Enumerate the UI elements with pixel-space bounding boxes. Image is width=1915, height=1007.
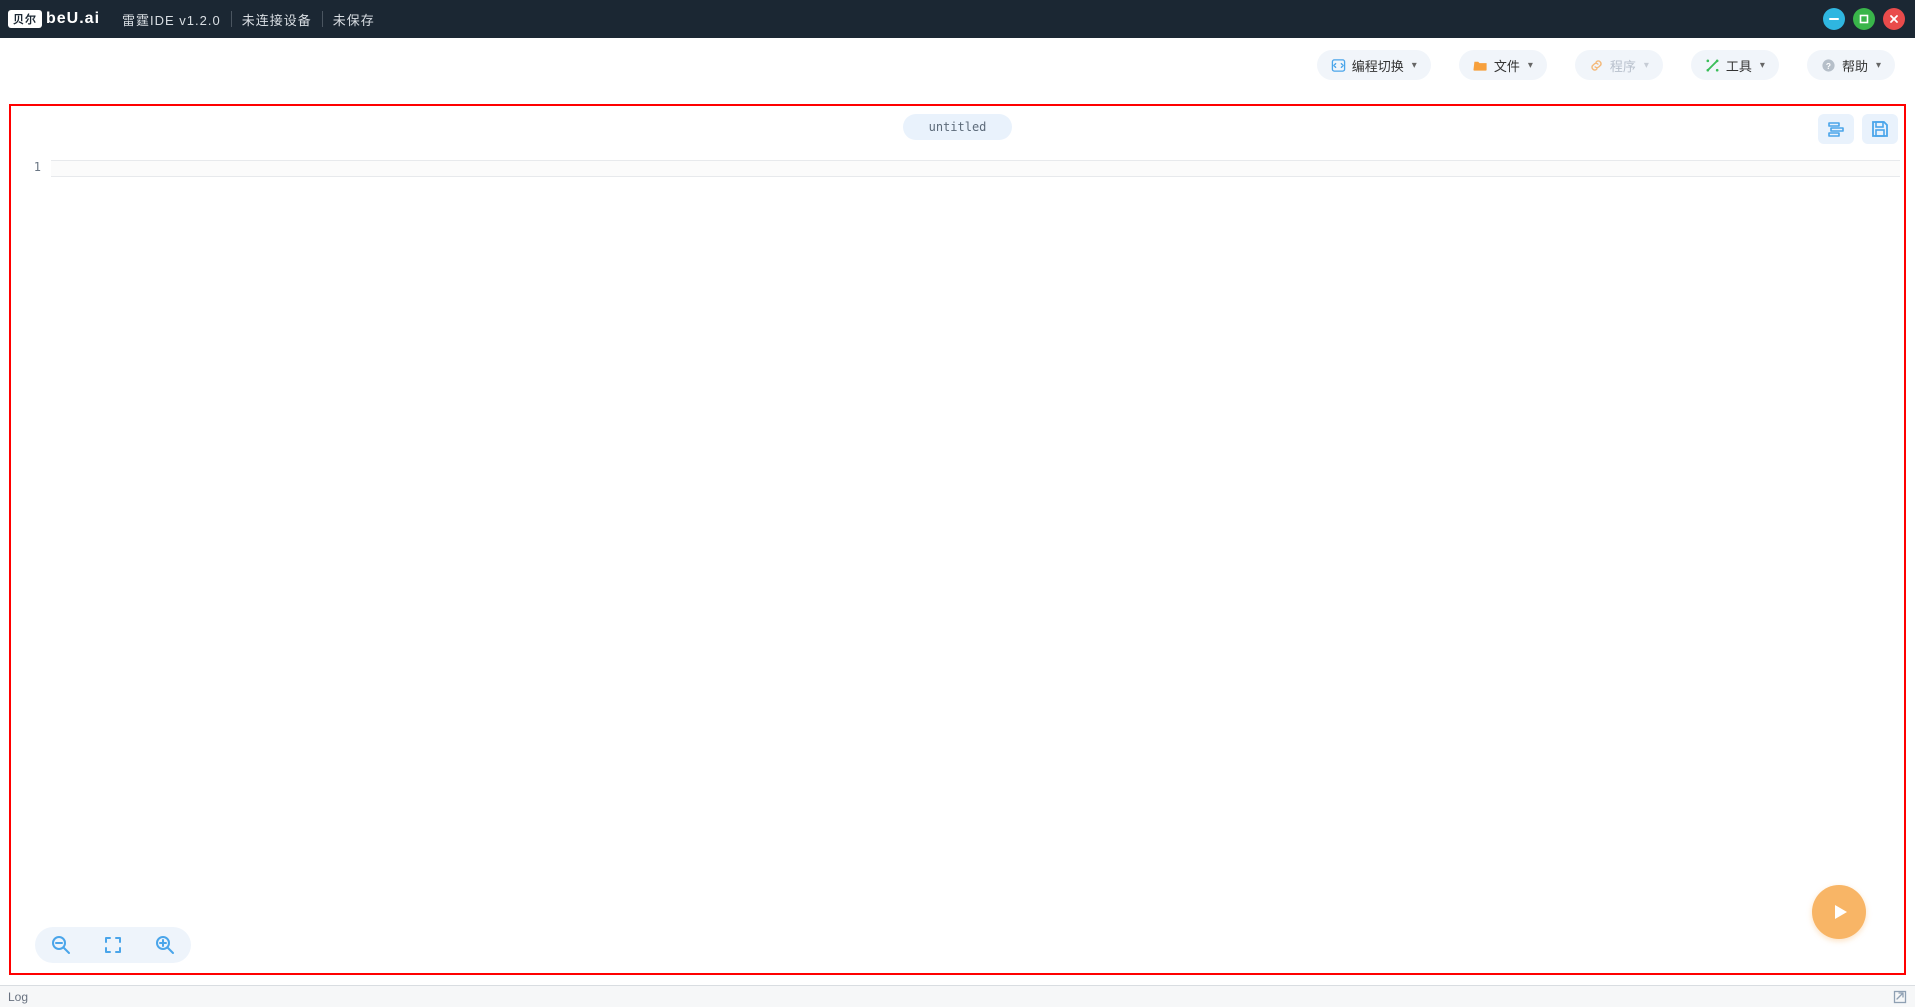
save-button[interactable]	[1862, 114, 1898, 144]
log-label: Log	[8, 990, 28, 1004]
play-icon	[1827, 900, 1851, 924]
help-icon: ?	[1821, 58, 1836, 73]
zoom-in-button[interactable]	[151, 931, 179, 959]
run-button[interactable]	[1812, 885, 1866, 939]
maximize-icon	[1858, 13, 1870, 25]
window-close-button[interactable]	[1883, 8, 1905, 30]
tab-untitled[interactable]: untitled	[903, 114, 1013, 140]
chevron-down-icon: ▾	[1412, 60, 1417, 71]
editor-line: 1	[15, 160, 1900, 177]
chevron-down-icon: ▾	[1644, 60, 1649, 71]
line-content[interactable]	[51, 160, 1900, 177]
log-panel-header[interactable]: Log	[0, 985, 1915, 1007]
app-title: 雷霆IDE v1.2.0	[112, 10, 231, 29]
help-menu[interactable]: ? 帮助 ▾	[1807, 50, 1895, 80]
help-label: 帮助	[1842, 56, 1868, 75]
zoom-controls	[35, 927, 191, 963]
tools-icon	[1705, 58, 1720, 73]
save-status: 未保存	[323, 10, 385, 29]
program-label: 程序	[1610, 56, 1636, 75]
fullscreen-icon	[102, 934, 124, 956]
minimize-icon	[1828, 13, 1840, 25]
zoom-reset-button[interactable]	[99, 931, 127, 959]
brand-badge: 贝尔	[8, 10, 42, 28]
line-number: 1	[15, 160, 51, 177]
connection-status: 未连接设备	[232, 10, 322, 29]
blocks-icon	[1826, 119, 1846, 139]
blocks-view-button[interactable]	[1818, 114, 1854, 144]
editor-panel: untitled 1	[9, 104, 1906, 975]
chevron-down-icon: ▾	[1876, 60, 1881, 71]
expand-icon	[1893, 990, 1907, 1004]
close-icon	[1888, 13, 1900, 25]
mode-switch-label: 编程切换	[1352, 56, 1404, 75]
window-minimize-button[interactable]	[1823, 8, 1845, 30]
file-menu[interactable]: 文件 ▾	[1459, 50, 1547, 80]
titlebar: 贝尔 beU.ai 雷霆IDE v1.2.0 未连接设备 未保存	[0, 0, 1915, 38]
program-menu[interactable]: 程序 ▾	[1575, 50, 1663, 80]
folder-icon	[1473, 58, 1488, 73]
link-icon	[1589, 58, 1604, 73]
mode-switch-menu[interactable]: 编程切换 ▾	[1317, 50, 1431, 80]
tabbar: untitled	[11, 114, 1904, 140]
tools-label: 工具	[1726, 56, 1752, 75]
editor-actions	[1818, 114, 1898, 144]
save-icon	[1870, 119, 1890, 139]
window-maximize-button[interactable]	[1853, 8, 1875, 30]
file-label: 文件	[1494, 56, 1520, 75]
svg-text:?: ?	[1826, 60, 1831, 70]
chevron-down-icon: ▾	[1760, 60, 1765, 71]
chevron-down-icon: ▾	[1528, 60, 1533, 71]
zoom-in-icon	[154, 934, 176, 956]
code-editor[interactable]: 1	[15, 160, 1900, 967]
code-icon	[1331, 58, 1346, 73]
zoom-out-icon	[50, 934, 72, 956]
zoom-out-button[interactable]	[47, 931, 75, 959]
brand-text: beU.ai	[46, 10, 100, 28]
tools-menu[interactable]: 工具 ▾	[1691, 50, 1779, 80]
toolbar: 编程切换 ▾ 文件 ▾ 程序 ▾ 工具 ▾ ? 帮助 ▾	[0, 38, 1915, 92]
log-expand-button[interactable]	[1893, 990, 1907, 1004]
